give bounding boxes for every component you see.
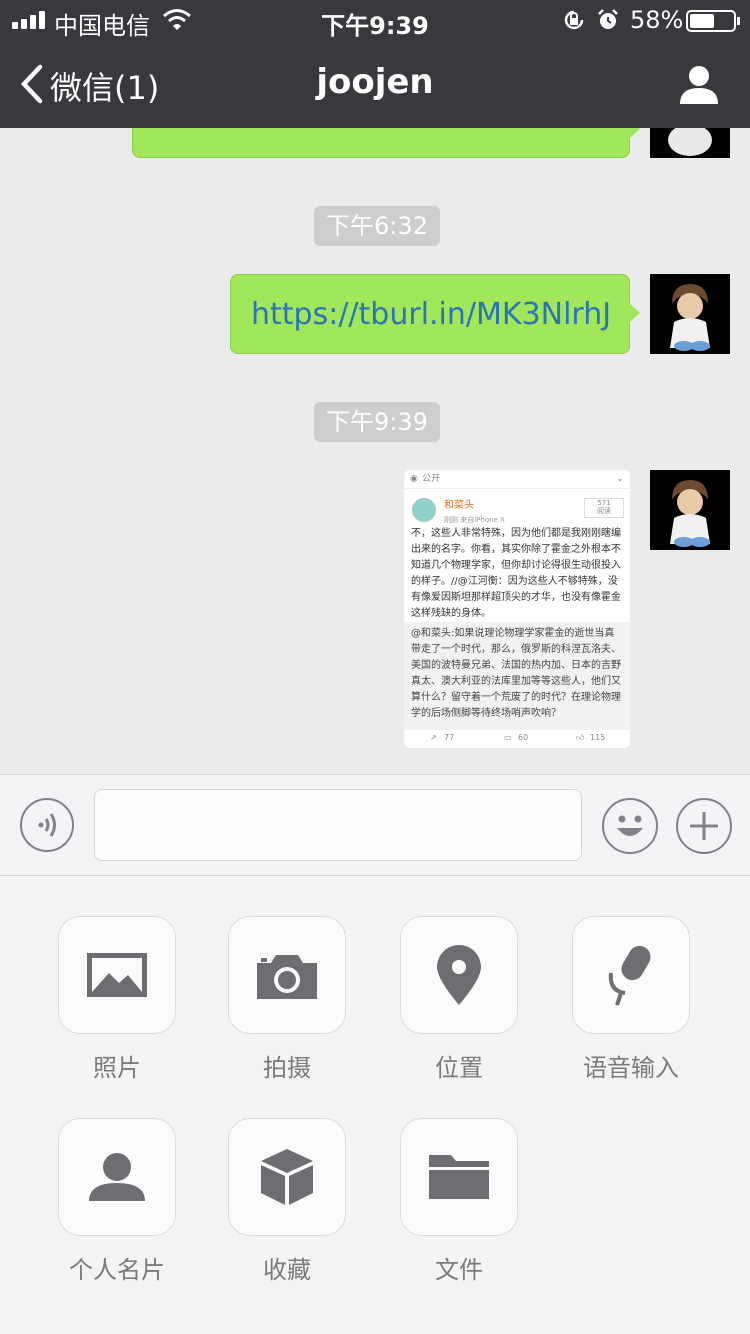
cartoon-boy-avatar-icon (670, 284, 710, 351)
globe-icon: ◉ (410, 474, 418, 484)
battery-icon (686, 10, 740, 32)
favorites-box-icon (261, 1149, 313, 1205)
more-panel: 照片 拍摄 位置 语音输入 个人名片 收藏 文件 (0, 876, 750, 1334)
panel-item-label: 语音输入 (583, 1054, 679, 1082)
emoji-button[interactable] (602, 798, 658, 854)
screenshot-header: ◉ 公开 ⌄ (404, 470, 630, 489)
chevron-down-icon: ⌄ (616, 474, 624, 484)
avatar[interactable] (650, 470, 730, 550)
file-button[interactable] (400, 1118, 518, 1236)
visibility-label: 公开 (422, 474, 441, 484)
panel-item-label: 文件 (435, 1256, 483, 1284)
plus-icon (690, 812, 718, 840)
location-button[interactable] (400, 916, 518, 1034)
timestamp-pill: 下午6:32 (314, 206, 440, 246)
avatar[interactable] (650, 128, 730, 158)
post-body: 不，这些人非常特殊，因为他们都是我刚刚瞎编出来的名字。你看，其实你除了霍金之外根… (411, 528, 621, 619)
contact-profile-icon[interactable] (678, 64, 720, 106)
message-link[interactable]: https://tburl.in/MK3NlrhJ (251, 297, 611, 332)
rotation-lock-icon (564, 10, 584, 30)
message-input[interactable] (94, 789, 582, 861)
panel-item-label: 位置 (435, 1054, 483, 1082)
location-icon (437, 945, 481, 1005)
comment-icon: ▭ (504, 733, 512, 742)
previous-message-bubble[interactable] (132, 128, 640, 158)
top-bar: 中国电信 下午9:39 58% 微信(1) joojen (0, 0, 750, 128)
panel-item-label: 照片 (93, 1054, 141, 1082)
share-count: 77 (444, 733, 455, 742)
chat-area[interactable]: 下午6:32 https://tburl.in/MK3NlrhJ 下午9:39 … (0, 128, 750, 774)
timestamp-pill: 下午9:39 (314, 402, 440, 442)
image-message[interactable]: ◉ 公开 ⌄ 和菜头 刚刚 来自iPhone X 571 阅读 不，这些人非常特… (404, 470, 630, 748)
chat-title: joojen (316, 62, 434, 102)
avatar[interactable] (650, 274, 730, 354)
message-bubble[interactable]: https://tburl.in/MK3NlrhJ (230, 274, 640, 354)
contact-card-icon (89, 1153, 145, 1201)
share-icon: ↗ (430, 733, 437, 742)
photo-icon (87, 953, 147, 997)
cartoon-boy-avatar-icon (670, 480, 710, 547)
favorites-button[interactable] (228, 1118, 346, 1236)
microphone-icon (608, 945, 651, 1006)
panel-item-label: 拍摄 (263, 1054, 311, 1082)
battery-percent: 58% (630, 6, 684, 34)
like-count: 115 (590, 733, 606, 742)
panel-item-label: 收藏 (263, 1256, 311, 1284)
post-actions: ↗ 77 ▭ 60 👍︎ 115 (404, 725, 630, 748)
contact-card-button[interactable] (58, 1118, 176, 1236)
photo-button[interactable] (58, 916, 176, 1034)
folder-icon (429, 1155, 489, 1199)
voice-wave-icon (38, 813, 56, 837)
more-button[interactable] (676, 798, 732, 854)
nav-bar: 微信(1) joojen (0, 40, 750, 128)
read-count: 571 阅读 (584, 498, 624, 518)
poster-avatar (412, 498, 436, 522)
alarm-icon (598, 9, 618, 29)
repost-text: @和菜头:如果说理论物理学家霍金的逝世当真带走了一个时代，那么，俄罗斯的科涅瓦洛… (404, 622, 630, 730)
camera-button[interactable] (228, 916, 346, 1034)
like-icon: 👍︎ (576, 733, 585, 742)
voice-input-button[interactable] (572, 916, 690, 1034)
smiley-icon (617, 815, 643, 836)
status-bar: 中国电信 下午9:39 58% (0, 0, 750, 40)
input-bar (0, 774, 750, 876)
comment-count: 60 (518, 733, 529, 742)
voice-toggle-button[interactable] (20, 798, 74, 852)
camera-icon (257, 955, 317, 999)
panel-item-label: 个人名片 (69, 1256, 165, 1284)
